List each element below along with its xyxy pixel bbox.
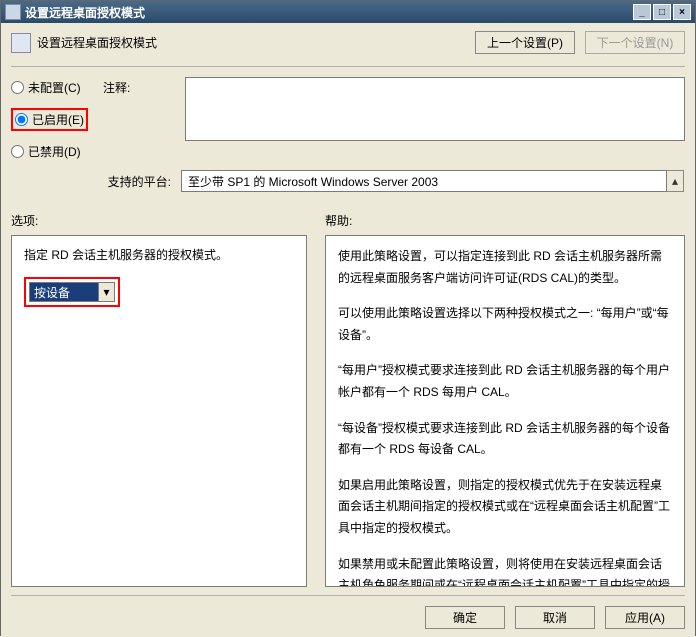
radio-disabled-input[interactable] — [11, 145, 24, 158]
app-icon — [5, 4, 21, 20]
minimize-button[interactable]: _ — [633, 4, 651, 20]
help-p5: 如果启用此策略设置，则指定的授权模式优先于在安装远程桌面会话主机期间指定的授权模… — [338, 475, 672, 540]
options-panel: 指定 RD 会话主机服务器的授权模式。 按设备 ▾ — [11, 235, 307, 587]
prev-setting-button[interactable]: 上一个设置(P) — [475, 31, 575, 54]
header-row: 设置远程桌面授权模式 上一个设置(P) 下一个设置(N) — [11, 31, 685, 54]
platform-label: 支持的平台: — [11, 173, 181, 190]
config-area: 未配置(C) 已启用(E) 已禁用(D) 注释: — [11, 77, 685, 160]
page-title: 设置远程桌面授权模式 — [37, 34, 157, 51]
close-button[interactable]: × — [673, 4, 691, 20]
help-panel[interactable]: 使用此策略设置，可以指定连接到此 RD 会话主机服务器所需的远程桌面服务客户端访… — [325, 235, 685, 587]
help-p4: “每设备”授权模式要求连接到此 RD 会话主机服务器的每个设备都有一个 RDS … — [338, 418, 672, 461]
radio-enabled[interactable]: 已启用(E) — [15, 111, 84, 128]
button-bar: 确定 取消 应用(A) — [11, 595, 685, 629]
comment-label: 注释: — [103, 77, 183, 96]
ok-button[interactable]: 确定 — [425, 606, 505, 629]
client-area: 设置远程桌面授权模式 上一个设置(P) 下一个设置(N) 未配置(C) 已启用(… — [1, 23, 695, 637]
help-header: 帮助: — [325, 212, 685, 229]
options-desc: 指定 RD 会话主机服务器的授权模式。 — [24, 246, 294, 263]
help-p2: 可以使用此策略设置选择以下两种授权模式之一: “每用户”或“每设备”。 — [338, 303, 672, 346]
help-p3: “每用户”授权模式要求连接到此 RD 会话主机服务器的每个用户帐户都有一个 RD… — [338, 360, 672, 403]
radio-not-configured-input[interactable] — [11, 81, 24, 94]
separator — [11, 66, 685, 67]
radio-not-configured[interactable]: 未配置(C) — [11, 79, 101, 96]
apply-button[interactable]: 应用(A) — [605, 606, 685, 629]
panel-headers: 选项: 帮助: — [11, 212, 685, 229]
license-mode-select[interactable]: 按设备 ▾ — [29, 282, 115, 302]
radio-disabled[interactable]: 已禁用(D) — [11, 143, 101, 160]
next-setting-button[interactable]: 下一个设置(N) — [585, 31, 685, 54]
radio-enabled-label: 已启用(E) — [32, 111, 84, 128]
platform-text: 至少带 SP1 的 Microsoft Windows Server 2003 — [181, 170, 667, 192]
options-header: 选项: — [11, 212, 307, 229]
radio-enabled-input[interactable] — [15, 113, 28, 126]
cancel-button[interactable]: 取消 — [515, 606, 595, 629]
platform-row: 支持的平台: 至少带 SP1 的 Microsoft Windows Serve… — [11, 170, 685, 192]
radio-not-configured-label: 未配置(C) — [28, 79, 81, 96]
page-icon — [11, 33, 31, 53]
license-mode-value: 按设备 — [30, 283, 98, 301]
panels: 指定 RD 会话主机服务器的授权模式。 按设备 ▾ 使用此策略设置，可以指定连接… — [11, 235, 685, 587]
chevron-down-icon[interactable]: ▾ — [98, 283, 114, 301]
radio-disabled-label: 已禁用(D) — [28, 143, 81, 160]
help-p1: 使用此策略设置，可以指定连接到此 RD 会话主机服务器所需的远程桌面服务客户端访… — [338, 246, 672, 289]
platform-scroll-up-icon[interactable]: ▴ — [667, 170, 684, 192]
maximize-button[interactable]: □ — [653, 4, 671, 20]
window-title: 设置远程桌面授权模式 — [25, 4, 145, 21]
comment-textarea[interactable] — [185, 77, 685, 141]
radio-group: 未配置(C) 已启用(E) 已禁用(D) — [11, 77, 101, 160]
help-p6: 如果禁用或未配置此策略设置，则将使用在安装远程桌面会话主机角色服务期间或在“远程… — [338, 554, 672, 587]
titlebar: 设置远程桌面授权模式 _ □ × — [1, 1, 695, 23]
